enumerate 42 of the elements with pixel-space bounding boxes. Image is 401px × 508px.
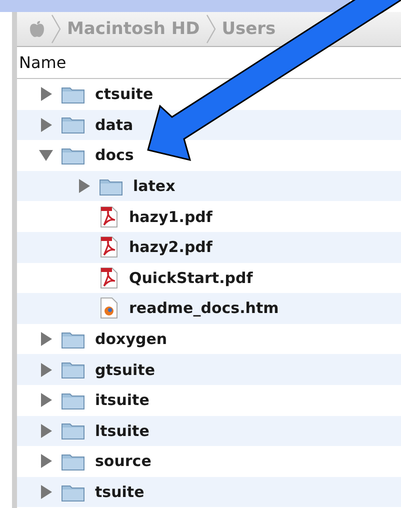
item-name: source (95, 452, 152, 470)
item-name: doxygen (95, 330, 168, 348)
folder-icon (61, 84, 85, 104)
item-name: readme_docs.htm (129, 299, 279, 318)
folder-icon (61, 115, 85, 134)
expand-triangle-icon[interactable] (39, 87, 53, 102)
item-name: ctsuite (95, 85, 154, 104)
collapse-triangle-icon[interactable] (39, 148, 53, 162)
expand-triangle-icon[interactable] (39, 332, 53, 346)
apple-icon[interactable] (29, 20, 45, 38)
expand-triangle-icon[interactable] (39, 454, 53, 468)
item-name: hazy2.pdf (129, 238, 212, 256)
item-name: hazy1.pdf (129, 208, 212, 226)
folder-icon (61, 390, 85, 410)
path-segment[interactable]: Macintosh HD (67, 19, 200, 39)
item-name: itsuite (95, 391, 150, 410)
pdf-file-icon (99, 236, 119, 258)
expand-triangle-icon[interactable] (77, 179, 91, 194)
item-name: data (95, 116, 134, 134)
expand-triangle-icon[interactable] (39, 393, 53, 408)
folder-icon (61, 421, 85, 440)
item-name: docs (95, 146, 134, 164)
web-file-icon (99, 297, 119, 320)
item-name: ltsuite (95, 422, 150, 440)
folder-icon (61, 360, 85, 380)
expand-triangle-icon[interactable] (39, 485, 53, 500)
expand-triangle-icon[interactable] (39, 424, 53, 438)
folder-icon (99, 176, 123, 196)
item-name: tsuite (95, 483, 144, 502)
path-segment[interactable]: Users (222, 19, 276, 39)
item-name: QuickStart.pdf (129, 268, 253, 287)
pdf-file-icon (99, 206, 119, 228)
item-name: gtsuite (95, 360, 155, 379)
folder-icon (61, 482, 85, 502)
column-header[interactable]: Name (19, 53, 66, 72)
pdf-file-icon (99, 266, 119, 289)
expand-triangle-icon[interactable] (39, 362, 53, 377)
expand-triangle-icon[interactable] (39, 118, 53, 132)
folder-icon (61, 330, 85, 349)
folder-icon (61, 452, 85, 471)
item-name: latex (133, 177, 176, 196)
folder-icon (61, 146, 85, 165)
